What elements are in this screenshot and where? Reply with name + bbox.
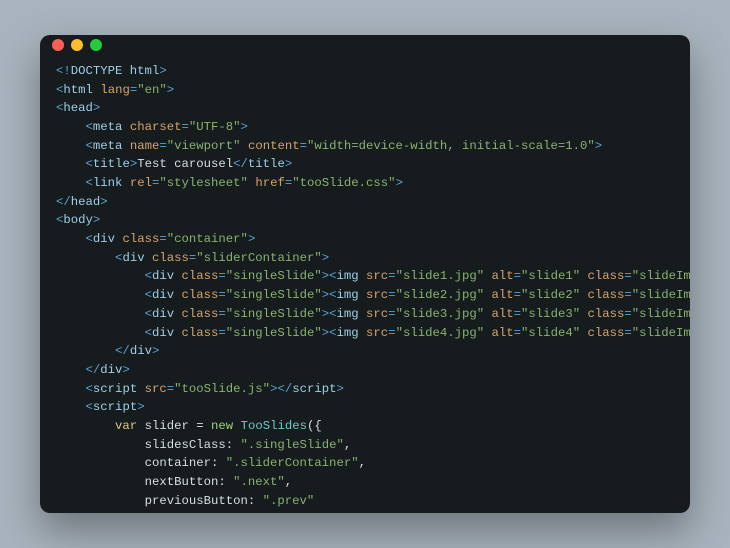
close-icon[interactable] <box>52 39 64 51</box>
code-window: <!DOCTYPE html> <html lang="en"> <head> … <box>40 35 690 513</box>
minimize-icon[interactable] <box>71 39 83 51</box>
titlebar <box>40 35 690 56</box>
maximize-icon[interactable] <box>90 39 102 51</box>
code-editor[interactable]: <!DOCTYPE html> <html lang="en"> <head> … <box>40 56 690 513</box>
